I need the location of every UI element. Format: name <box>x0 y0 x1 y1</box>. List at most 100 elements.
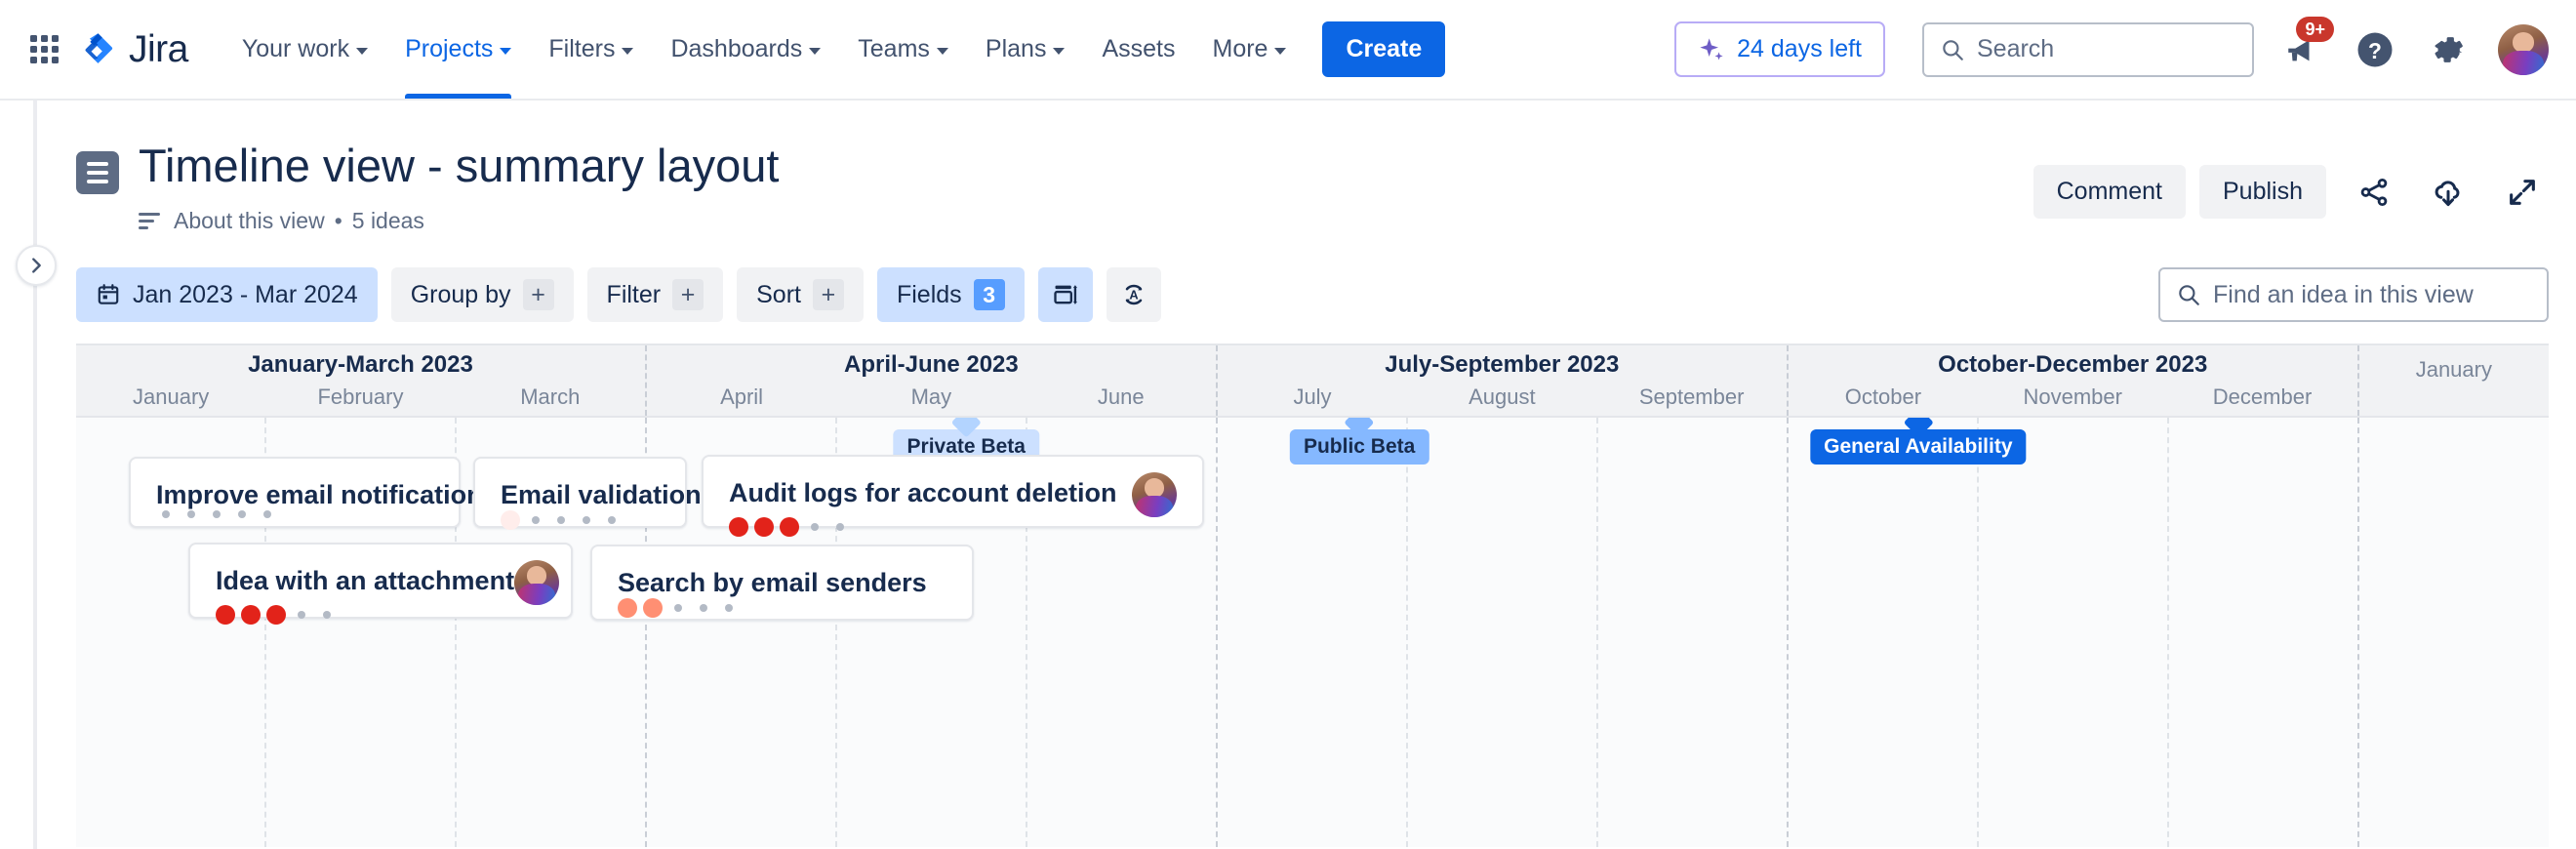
quarter-gridline <box>1789 418 2359 848</box>
month-label: May <box>910 384 952 410</box>
nav-item-dashboards[interactable]: Dashboards <box>652 0 839 99</box>
ideas-count: 5 ideas <box>351 208 424 234</box>
rating-dot-empty <box>238 510 246 519</box>
idea-card-title: Idea with an attachment <box>216 566 515 596</box>
rating-dot-filled <box>216 605 235 626</box>
idea-card[interactable]: Improve email notifications <box>129 457 498 529</box>
nav-item-more[interactable]: More <box>1194 0 1306 99</box>
card-height-button[interactable] <box>1037 267 1093 323</box>
month-gridline <box>2169 418 2357 847</box>
rating-dot-filled <box>501 510 520 531</box>
sort-button[interactable]: Sort + <box>737 267 864 323</box>
date-range-label: Jan 2023 - Mar 2024 <box>133 280 358 308</box>
create-button[interactable]: Create <box>1322 21 1446 77</box>
timeline-quarter: July-September 2023 July August September <box>1218 345 1789 417</box>
timeline-quarter: January <box>2359 345 2549 416</box>
share-button[interactable] <box>2348 166 2400 219</box>
comment-button[interactable]: Comment <box>2033 165 2186 219</box>
timeline-quarter: October-December 2023 October November Dece… <box>1789 345 2359 417</box>
nav-item-your-work[interactable]: Your work <box>223 0 386 99</box>
idea-card-avatar[interactable] <box>1132 472 1177 518</box>
plus-icon: + <box>812 279 844 311</box>
filter-button[interactable]: Filter + <box>586 267 724 323</box>
main-content: Timeline view - summary layout About thi… <box>0 101 2576 848</box>
quarter-label: October-December 2023 <box>1938 351 2208 379</box>
month-label: February <box>317 384 404 410</box>
nav-item-assets[interactable]: Assets <box>1083 0 1193 99</box>
rating-dot-empty <box>700 604 707 613</box>
month-label: January <box>2415 357 2492 383</box>
idea-impact-rating[interactable] <box>729 517 1177 538</box>
chevron-down-icon <box>1053 47 1066 55</box>
search-icon <box>2179 285 2199 305</box>
rating-dot-empty <box>187 510 195 519</box>
cloud-download-icon <box>2435 180 2460 206</box>
idea-impact-rating[interactable] <box>618 598 946 619</box>
rating-dot-filled <box>241 605 261 626</box>
fields-count-badge: 3 <box>973 279 1005 311</box>
apps-grid-icon[interactable] <box>23 29 64 70</box>
header-actions: Comment Publish <box>2033 140 2549 219</box>
month-label: June <box>1097 384 1145 410</box>
page-title: Timeline view - summary layout <box>139 140 780 191</box>
date-range-button[interactable]: Jan 2023 - Mar 2024 <box>76 267 378 323</box>
help-button[interactable]: ? <box>2348 22 2402 77</box>
notifications-button[interactable]: 9+ <box>2274 16 2334 77</box>
quarter-label: January-March 2023 <box>248 351 473 379</box>
idea-card[interactable]: Search by email senders <box>590 545 974 622</box>
trial-label: 24 days left <box>1737 35 1862 62</box>
auto-sort-icon: A <box>1125 284 1142 305</box>
auto-sort-button[interactable]: A <box>1106 267 1161 323</box>
trial-days-left-button[interactable]: 24 days left <box>1674 21 1885 77</box>
timeline-body[interactable]: Private Beta Public Beta General Availabil… <box>76 418 2549 848</box>
rating-dot-empty <box>162 510 170 519</box>
jira-home-link[interactable]: Jira <box>78 28 188 71</box>
list-view-icon <box>76 151 119 194</box>
top-navigation-bar: Jira Your work Projects Filters Dashboar… <box>0 0 2576 101</box>
milestone-marker[interactable]: General Availability <box>1810 418 2027 465</box>
expand-icon <box>2510 179 2535 205</box>
month-gridline <box>1218 418 1408 848</box>
nav-item-filters[interactable]: Filters <box>530 0 652 99</box>
find-idea-placeholder: Find an idea in this view <box>2213 280 2474 308</box>
idea-impact-rating[interactable] <box>501 510 660 531</box>
group-by-button[interactable]: Group by + <box>390 267 574 323</box>
idea-card-avatar[interactable] <box>514 560 560 606</box>
notifications-badge: 9+ <box>2296 16 2334 42</box>
rating-dot-filled <box>754 517 774 538</box>
rating-dot-empty <box>836 523 844 532</box>
milestone-marker[interactable]: Public Beta <box>1289 418 1429 465</box>
idea-card[interactable]: Idea with an attachment <box>188 543 573 626</box>
nav-label: More <box>1212 35 1268 62</box>
search-input[interactable]: Search <box>1922 21 2254 77</box>
rating-dot-empty <box>298 611 305 620</box>
publish-button[interactable]: Publish <box>2199 165 2326 219</box>
about-this-view-link[interactable]: About this view <box>174 208 325 234</box>
month-gridline <box>1789 418 1979 848</box>
expand-sidebar-button[interactable] <box>16 245 57 286</box>
rating-dot-empty <box>725 604 733 613</box>
settings-button[interactable] <box>2422 22 2476 77</box>
nav-item-teams[interactable]: Teams <box>839 0 967 99</box>
rating-dot-empty <box>532 516 540 525</box>
share-icon <box>2360 178 2388 206</box>
idea-card[interactable]: Audit logs for account deletion <box>702 455 1204 538</box>
nav-item-plans[interactable]: Plans <box>967 0 1084 99</box>
rating-dot-filled <box>266 605 286 626</box>
idea-impact-rating[interactable] <box>216 605 545 626</box>
idea-impact-rating[interactable] <box>156 510 433 519</box>
month-label: March <box>520 384 581 410</box>
plus-icon: + <box>522 279 554 311</box>
fullscreen-button[interactable] <box>2496 166 2549 219</box>
idea-card[interactable]: Email validation <box>473 457 702 531</box>
timeline-quarter: January-March 2023 January February March <box>76 345 647 417</box>
chevron-down-icon <box>936 47 948 55</box>
main-nav-items: Your work Projects Filters Dashboards Te… <box>223 0 1306 99</box>
find-idea-input[interactable]: Find an idea in this view <box>2158 267 2549 323</box>
user-avatar[interactable] <box>2498 23 2549 75</box>
timeline: January-March 2023 January February March Ap… <box>76 344 2549 848</box>
nav-item-projects[interactable]: Projects <box>386 0 530 99</box>
fields-button[interactable]: Fields 3 <box>876 267 1025 323</box>
sort-label: Sort <box>756 280 801 308</box>
download-button[interactable] <box>2422 166 2475 219</box>
